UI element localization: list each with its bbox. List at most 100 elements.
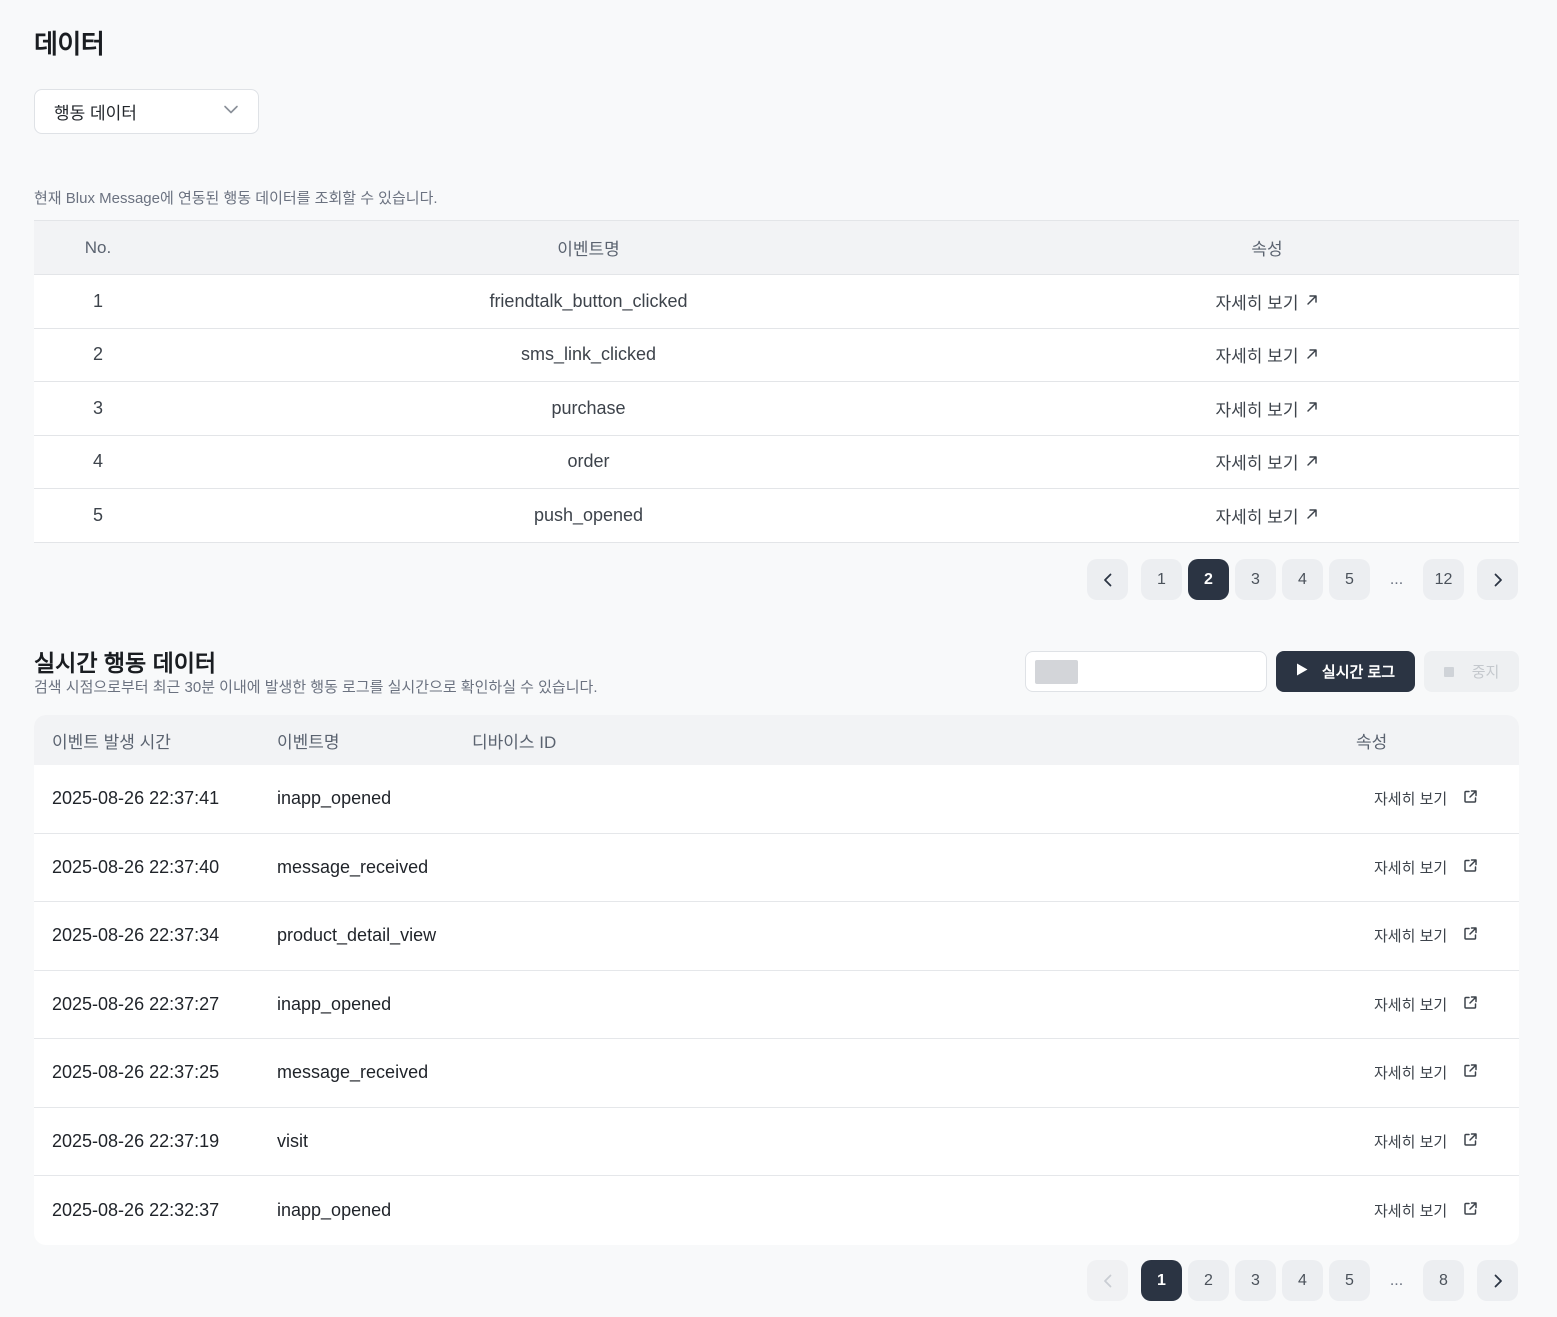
page-button[interactable]: 3 (1235, 559, 1276, 600)
arrow-up-right-icon (1306, 291, 1318, 311)
detail-link[interactable]: 자세히 보기 (1374, 1200, 1478, 1221)
row-number: 2 (92, 344, 103, 365)
detail-link-label: 자세히 보기 (1215, 507, 1299, 527)
attr-cell: 자세히 보기 (1322, 994, 1519, 1015)
next-page-button[interactable] (1477, 559, 1518, 600)
prev-page-button[interactable] (1087, 1260, 1128, 1301)
page-button[interactable]: 8 (1423, 1260, 1464, 1301)
detail-link-label: 자세히 보기 (1374, 859, 1448, 877)
event-name: friendtalk_button_clicked (489, 290, 688, 311)
detail-link[interactable]: 자세히 보기 (1216, 289, 1319, 314)
detail-link-label: 자세히 보기 (1215, 347, 1299, 367)
table-row: 2025-08-26 22:32:37 inapp_opened 자세히 보기 (34, 1176, 1519, 1245)
chevron-left-icon (1103, 1274, 1111, 1287)
stop-button[interactable]: 중지 (1424, 651, 1519, 692)
event-name: sms_link_clicked (520, 344, 657, 365)
prev-page-button[interactable] (1087, 559, 1128, 600)
event-name: purchase (551, 397, 626, 418)
attr-cell: 자세히 보기 (1322, 857, 1519, 878)
page-button[interactable]: 12 (1423, 559, 1464, 600)
event-time: 2025-08-26 22:37:34 (52, 925, 220, 946)
row-number: 5 (92, 504, 103, 525)
search-filter-chip[interactable] (1035, 660, 1078, 684)
col-header-attr: 속성 (1251, 240, 1283, 259)
attr-cell: 자세히 보기 (1015, 342, 1519, 367)
detail-link[interactable]: 자세히 보기 (1374, 925, 1478, 946)
external-link-icon (1463, 1132, 1478, 1151)
detail-link[interactable]: 자세히 보기 (1216, 396, 1319, 421)
live-log-button[interactable]: 실시간 로그 (1276, 651, 1415, 692)
external-link-icon (1463, 995, 1478, 1014)
live-log-label: 실시간 로그 (1321, 664, 1396, 681)
arrow-up-right-icon (1306, 505, 1318, 525)
col-header-time: 이벤트 발생 시간 (52, 732, 171, 752)
detail-link[interactable]: 자세히 보기 (1374, 1131, 1478, 1152)
table-row: 2025-08-26 22:37:40 message_received 자세히 보… (34, 834, 1519, 902)
event-name: message_received (277, 856, 429, 877)
device-search-input[interactable] (1086, 652, 1261, 691)
event-time: 2025-08-26 22:37:19 (52, 1130, 220, 1151)
page-button[interactable]: 4 (1282, 559, 1323, 600)
realtime-table-header: 이벤트 발생 시간 이벤트명 디바이스 ID 속성 (34, 715, 1519, 765)
detail-link[interactable]: 자세히 보기 (1374, 1062, 1478, 1083)
table-row: 3 purchase 자세히 보기 (34, 382, 1519, 436)
col-header-no: No. (84, 237, 112, 257)
table-row: 2025-08-26 22:37:34 product_detail_view 자세… (34, 902, 1519, 971)
detail-link[interactable]: 자세히 보기 (1374, 857, 1478, 878)
arrow-up-right-icon (1306, 452, 1318, 472)
detail-link-label: 자세히 보기 (1215, 454, 1299, 474)
detail-link[interactable]: 자세히 보기 (1216, 342, 1319, 367)
detail-link-label: 자세히 보기 (1374, 1065, 1448, 1083)
detail-link[interactable]: 자세히 보기 (1216, 503, 1319, 528)
event-name: product_detail_view (277, 925, 437, 946)
data-type-dropdown[interactable]: 행동 데이터 (34, 89, 259, 134)
col-header-event: 이벤트명 (277, 732, 340, 752)
table-row: 2025-08-26 22:37:25 message_received 자세히 보… (34, 1039, 1519, 1108)
stop-label: 중지 (1471, 664, 1500, 681)
play-icon (1296, 663, 1308, 680)
attr-cell: 자세히 보기 (1015, 503, 1519, 528)
chevron-down-icon (222, 100, 240, 123)
event-table-header: No. 이벤트명 속성 (34, 221, 1519, 275)
attr-cell: 자세히 보기 (1322, 1131, 1519, 1152)
pagination-ellipsis: ... (1389, 570, 1404, 588)
detail-link-label: 자세히 보기 (1215, 293, 1299, 313)
page-button[interactable]: 4 (1282, 1260, 1323, 1301)
detail-link-label: 자세히 보기 (1374, 1133, 1448, 1151)
page-button[interactable]: 2 (1188, 559, 1229, 600)
external-link-icon (1463, 1201, 1478, 1220)
attr-cell: 자세히 보기 (1322, 925, 1519, 946)
realtime-table: 이벤트 발생 시간 이벤트명 디바이스 ID 속성 2025-08-26 22:… (34, 715, 1519, 1245)
page-button[interactable]: 3 (1235, 1260, 1276, 1301)
stop-icon (1443, 666, 1454, 677)
next-page-button[interactable] (1477, 1260, 1518, 1301)
page-button[interactable]: 5 (1329, 1260, 1370, 1301)
arrow-up-right-icon (1306, 345, 1318, 365)
detail-link-label: 자세히 보기 (1374, 791, 1448, 809)
chevron-right-icon (1494, 573, 1502, 586)
page-button[interactable]: 2 (1188, 1260, 1229, 1301)
attr-cell: 자세히 보기 (1015, 449, 1519, 474)
table-row: 4 order 자세히 보기 (34, 435, 1519, 489)
detail-link[interactable]: 자세히 보기 (1374, 788, 1478, 809)
device-search-field[interactable] (1025, 651, 1267, 692)
page-title: 데이터 (34, 29, 105, 59)
detail-link[interactable]: 자세히 보기 (1216, 449, 1319, 474)
chevron-left-icon (1103, 573, 1111, 586)
event-name: push_opened (533, 504, 644, 525)
table-row: 2025-08-26 22:37:19 visit 자세히 보기 (34, 1108, 1519, 1176)
col-header-event: 이벤트명 (557, 240, 620, 259)
page-button[interactable]: 1 (1141, 1260, 1182, 1301)
external-link-icon (1463, 926, 1478, 945)
event-name: inapp_opened (277, 1199, 392, 1220)
page-button[interactable]: 1 (1141, 559, 1182, 600)
attr-cell: 자세히 보기 (1015, 289, 1519, 314)
col-header-device: 디바이스 ID (472, 732, 557, 752)
event-time: 2025-08-26 22:37:25 (52, 1062, 220, 1083)
page-button[interactable]: 5 (1329, 559, 1370, 600)
event-name: inapp_opened (277, 788, 392, 809)
detail-link[interactable]: 자세히 보기 (1374, 994, 1478, 1015)
event-name: visit (277, 1130, 308, 1151)
detail-link-label: 자세히 보기 (1374, 996, 1448, 1014)
external-link-icon (1463, 1063, 1478, 1082)
